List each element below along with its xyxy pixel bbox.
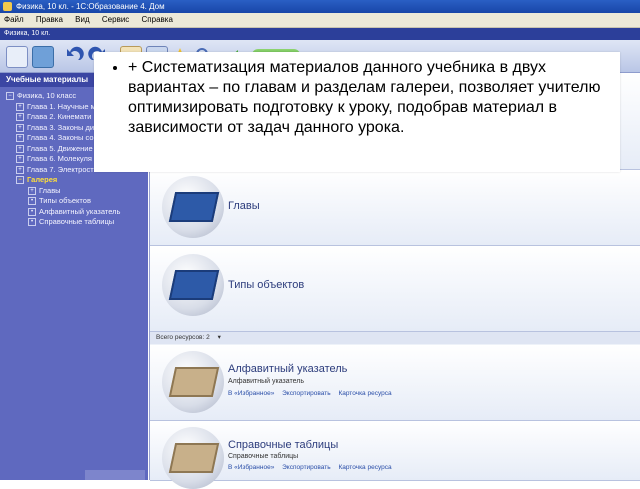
tree-item-label: Физика, 10 класс bbox=[17, 91, 77, 100]
menu-help[interactable]: Справка bbox=[142, 15, 173, 24]
gallery-item-title[interactable]: Типы объектов bbox=[228, 279, 304, 291]
document-title: Физика, 10 кл. bbox=[4, 30, 51, 37]
tree-item-label: Глава 3. Законы ди bbox=[27, 122, 95, 132]
resource-card-link[interactable]: Карточка ресурса bbox=[338, 464, 391, 471]
tree-item[interactable]: + Главы bbox=[6, 186, 148, 197]
tree-item-label: Глава 7. Электрост bbox=[27, 164, 94, 174]
tree-item-label: Глава 4. Законы со bbox=[27, 133, 94, 142]
tree-toggle-icon[interactable]: + bbox=[16, 113, 24, 122]
resource-item[interactable]: Алфавитный указатель Алфавитный указател… bbox=[150, 345, 640, 421]
tree-toggle-icon[interactable]: + bbox=[16, 165, 24, 174]
tree-toggle-icon[interactable]: + bbox=[28, 186, 36, 195]
tree-item-label: Глава 6. Молекуля bbox=[27, 154, 92, 163]
export-link[interactable]: Экспортировать bbox=[282, 464, 331, 471]
panel-toggle-icon[interactable] bbox=[6, 46, 28, 68]
add-favorite-link[interactable]: В «Избранное» bbox=[228, 464, 274, 471]
window-titlebar: Физика, 10 кл. - 1С:Образование 4. Дом bbox=[0, 0, 640, 13]
gallery-item[interactable]: Типы объектов bbox=[150, 246, 640, 332]
tree-toggle-icon[interactable]: • bbox=[28, 218, 36, 227]
tree-item[interactable]: • Справочные таблицы bbox=[6, 217, 148, 228]
menu-service[interactable]: Сервис bbox=[102, 15, 129, 24]
book-icon bbox=[162, 176, 224, 238]
menu-file[interactable]: Файл bbox=[4, 15, 24, 24]
export-link[interactable]: Экспортировать bbox=[282, 390, 331, 397]
gallery-item[interactable]: Главы bbox=[150, 170, 640, 246]
tree-toggle-icon[interactable]: + bbox=[16, 134, 24, 143]
gallery-item-title[interactable]: Главы bbox=[228, 200, 260, 212]
tree-item-label: Глава 1. Научные м bbox=[27, 101, 96, 111]
tree-item[interactable]: − Галерея bbox=[6, 175, 148, 186]
resource-count: Всего ресурсов: 2 bbox=[156, 334, 210, 341]
tree-toggle-icon[interactable]: − bbox=[6, 92, 14, 101]
annotation-callout: + Систематизация материалов данного учеб… bbox=[94, 52, 620, 172]
tree-item[interactable]: • Алфавитный указатель bbox=[6, 207, 148, 218]
menu-view[interactable]: Вид bbox=[75, 15, 89, 24]
window-title: Физика, 10 кл. - 1С:Образование 4. Дом bbox=[16, 2, 165, 11]
fullscreen-icon[interactable] bbox=[32, 46, 54, 68]
tree-item-label: Глава 5. Движение bbox=[27, 143, 93, 153]
resource-title[interactable]: Алфавитный указатель bbox=[228, 363, 347, 375]
document-bar: Физика, 10 кл. bbox=[0, 28, 640, 40]
tree-toggle-icon[interactable]: − bbox=[16, 176, 24, 185]
book-icon bbox=[162, 351, 224, 413]
tree-toggle-icon[interactable]: • bbox=[28, 207, 36, 216]
callout-text: + Систематизация материалов данного учеб… bbox=[128, 58, 606, 138]
tree-toggle-icon[interactable]: + bbox=[16, 102, 24, 111]
menu-edit[interactable]: Правка bbox=[36, 15, 63, 24]
menu-bar: Файл Правка Вид Сервис Справка bbox=[0, 13, 640, 28]
resource-subtitle: Справочные таблицы bbox=[228, 453, 299, 460]
tree-item-label: Справочные таблицы bbox=[39, 217, 115, 226]
tree-item[interactable]: • Типы объектов bbox=[6, 196, 148, 207]
sidebar-scrollbar[interactable] bbox=[85, 470, 145, 480]
app-icon bbox=[3, 2, 12, 11]
add-favorite-link[interactable]: В «Избранное» bbox=[228, 390, 274, 397]
book-icon bbox=[162, 254, 224, 316]
resource-links: В «Избранное» Экспортировать Карточка ре… bbox=[228, 464, 392, 471]
tree-item-label: Типы объектов bbox=[39, 196, 91, 205]
count-dropdown-icon[interactable]: ▾ bbox=[218, 334, 221, 341]
tree-toggle-icon[interactable]: + bbox=[16, 144, 24, 153]
tree-item-label: Алфавитный указатель bbox=[39, 206, 121, 216]
tree-toggle-icon[interactable]: + bbox=[16, 155, 24, 164]
callout-list: + Систематизация материалов данного учеб… bbox=[94, 52, 620, 138]
tree-toggle-icon[interactable]: • bbox=[28, 197, 36, 206]
resource-item[interactable]: Справочные таблицы Справочные таблицы В … bbox=[150, 421, 640, 489]
resource-card-link[interactable]: Карточка ресурса bbox=[338, 390, 391, 397]
tree-item-label: Главы bbox=[39, 185, 61, 195]
tree-item-label: Галерея bbox=[27, 175, 58, 184]
tree-item-label: Глава 2. Кинемати bbox=[27, 112, 92, 121]
resource-subtitle: Алфавитный указатель bbox=[228, 378, 304, 385]
resource-links: В «Избранное» Экспортировать Карточка ре… bbox=[228, 390, 392, 397]
resource-title[interactable]: Справочные таблицы bbox=[228, 439, 338, 451]
resource-count-bar: Всего ресурсов: 2 ▾ bbox=[150, 332, 640, 344]
back-arrow-icon[interactable] bbox=[64, 46, 84, 66]
tree-toggle-icon[interactable]: + bbox=[16, 123, 24, 132]
